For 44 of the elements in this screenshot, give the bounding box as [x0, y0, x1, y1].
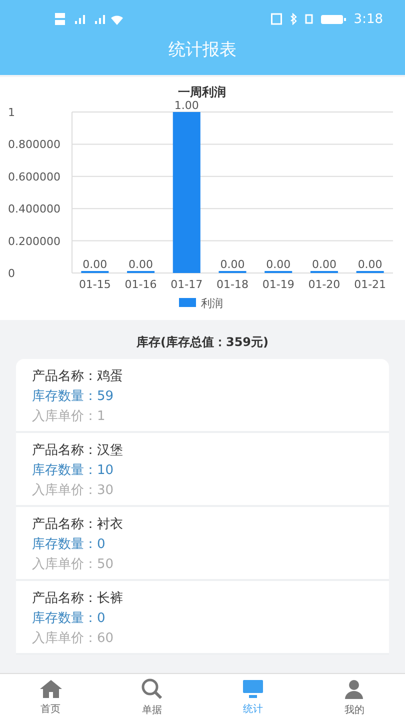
x-tick-label: 01-17 — [170, 278, 203, 291]
value-label: 0.00 — [266, 258, 291, 271]
x-tick-label: 01-16 — [124, 278, 157, 291]
value-label: 0.00 — [82, 258, 108, 271]
section-title: 库存(库存总值：359元) — [135, 334, 270, 351]
clock-time: 3:18 — [354, 12, 383, 26]
monitor-icon — [242, 678, 264, 698]
bluetooth-icon — [290, 13, 297, 25]
product-name: 产品名称：汉堡 — [32, 442, 124, 460]
value-label: 0.00 — [358, 258, 382, 271]
y-tick-label: 1 — [8, 106, 15, 119]
stock-quantity: 库存数量：10 — [32, 462, 115, 480]
stock-quantity: 库存数量：59 — [32, 388, 115, 406]
product-name: 产品名称：鸡蛋 — [32, 368, 124, 386]
stock-quantity: 库存数量：0 — [32, 610, 106, 628]
x-tick-label: 01-20 — [308, 278, 340, 291]
unit-price: 入库单价：30 — [32, 482, 115, 500]
y-tick-label: 0.800000 — [8, 138, 60, 152]
search-icon — [140, 678, 163, 700]
value-label: 0.00 — [128, 258, 154, 271]
y-tick-label: 0.400000 — [8, 202, 60, 216]
unit-price: 入库单价：50 — [32, 556, 115, 574]
battery-icon — [320, 14, 346, 24]
x-tick-label: 01-15 — [78, 278, 111, 291]
home-icon — [38, 678, 63, 698]
x-tick-label: 01-18 — [216, 278, 248, 291]
unit-price: 入库单价：60 — [32, 630, 115, 648]
product-name: 产品名称：长裤 — [32, 590, 124, 608]
legend-label: 利润 — [201, 297, 223, 310]
value-label: 0.00 — [312, 258, 336, 271]
y-tick-label: 0.200000 — [8, 234, 60, 248]
page-title: 统计报表 — [168, 39, 238, 61]
x-tick-label: 01-21 — [354, 278, 386, 291]
chart-title: 一周利润 — [178, 85, 226, 99]
x-tick-label: 01-19 — [262, 278, 294, 291]
user-icon — [343, 678, 366, 700]
product-name: 产品名称：衬衣 — [32, 516, 124, 534]
value-label: 0.00 — [220, 258, 245, 271]
stock-quantity: 库存数量：0 — [32, 536, 106, 554]
y-tick-label: 0.600000 — [8, 170, 60, 184]
value-label: 1.00 — [174, 99, 199, 112]
unit-price: 入库单价：1 — [32, 408, 106, 426]
legend-swatch — [179, 298, 196, 307]
y-tick-label: 0 — [8, 267, 15, 280]
